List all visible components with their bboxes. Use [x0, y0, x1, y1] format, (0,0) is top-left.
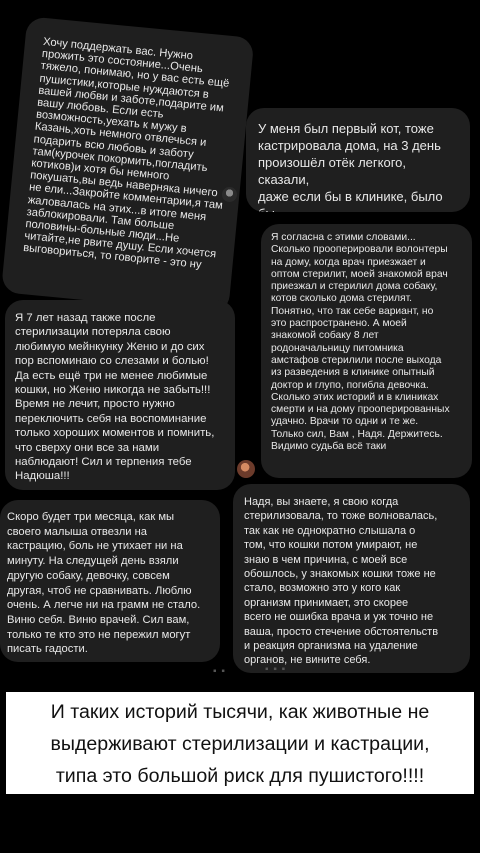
comment-bubble-3: Я согласна с этими словами... Сколько пр… — [261, 224, 472, 478]
comment-bubble-1: Хочу поддержать вас. Нужно прожить это с… — [0, 16, 255, 314]
story-caption: И таких историй тысячи, как животные не … — [6, 692, 474, 794]
commenter-avatar — [237, 460, 255, 478]
comment-bubble-5: Скоро будет три месяца, как мы своего ма… — [0, 500, 220, 662]
comment-bubble-2: У меня был первый кот, тоже кастрировала… — [246, 108, 470, 212]
decor-dots: ▪ ▪ ▪ — [265, 664, 287, 675]
comment-bubble-6: Надя, вы знаете, я свою когда стерилизов… — [233, 484, 470, 673]
comment-bubble-4: Я 7 лет назад также после стерилизации п… — [5, 300, 235, 490]
commenter-avatar — [222, 187, 237, 202]
decor-dots: ▪ ▪ — [213, 666, 226, 677]
